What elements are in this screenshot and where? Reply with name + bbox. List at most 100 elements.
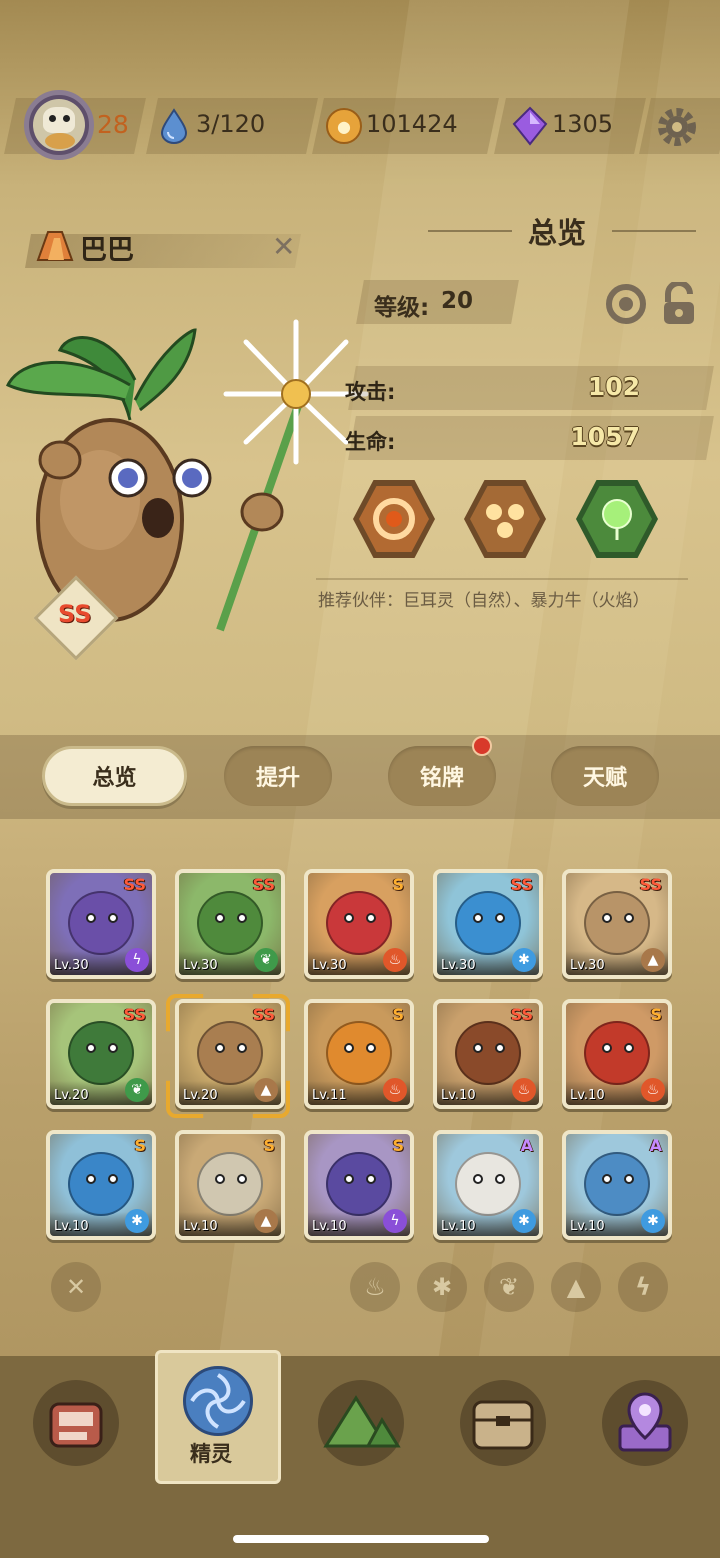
spirit-eye [602,1174,612,1184]
spirit-level: Lv.20 [54,1088,89,1103]
fire-element-icon: ♨ [383,948,407,972]
fire-filter-icon[interactable]: ♨ [350,1262,400,1312]
chest-icon[interactable] [460,1380,546,1466]
spirit-card[interactable]: SS Lv.10 ♨ [433,999,543,1109]
purple-gem-icon[interactable] [512,106,548,146]
spirit-rank: S [263,1136,275,1155]
gear-icon[interactable] [656,106,698,148]
mountain-icon[interactable] [318,1380,404,1466]
green-orb-skill-icon[interactable] [576,480,658,558]
spirit-rank: A [520,1136,533,1155]
spirit-level: Lv.10 [570,1219,605,1234]
ornament-right [612,230,696,232]
level-value: 20 [441,288,474,314]
tab-overview[interactable]: 总览 [42,746,187,806]
spirit-card[interactable]: S Lv.10 ▲ [175,1130,285,1240]
spirit-eye [108,1174,118,1184]
spirit-eye [624,1043,634,1053]
spirit-rank: SS [639,875,662,894]
shop-icon[interactable] [33,1380,119,1466]
close-icon[interactable]: ✕ [272,230,295,263]
spirit-card[interactable]: SS Lv.20 ❦ [46,999,156,1109]
tab-upgrade[interactable]: 提升 [224,746,332,806]
spirit-eye [215,913,225,923]
fire-element-icon: ♨ [383,1078,407,1102]
earth-icon [34,228,76,262]
map-pin-icon[interactable] [602,1380,688,1466]
spirit-eye [473,1043,483,1053]
spiral-skill-icon[interactable] [353,480,435,558]
spirit-level: Lv.30 [312,958,347,973]
spirit-rank: A [649,1136,662,1155]
player-level: 28 [97,110,129,139]
triple-seed-skill-icon[interactable] [464,480,546,558]
attack-value: 102 [587,372,640,401]
spirit-eye [624,913,634,923]
coins-value: 101424 [366,110,458,138]
player-avatar[interactable] [24,90,94,160]
spirit-level: Lv.10 [54,1219,89,1234]
spirit-card[interactable]: S Lv.10 ϟ [304,1130,414,1240]
spirit-eye [366,913,376,923]
spirit-level: Lv.30 [441,958,476,973]
fire-element-icon: ♨ [512,1078,536,1102]
spirit-avatar [584,891,650,955]
spirit-avatar [455,1021,521,1085]
target-icon[interactable] [606,284,646,324]
spirit-eye [237,1174,247,1184]
spirit-avatar [197,891,263,955]
electric-element-icon: ϟ [383,1209,407,1233]
spirit-icon [183,1366,253,1436]
clear-filter-icon[interactable]: ✕ [51,1262,101,1312]
selection-frame [166,994,290,1118]
spirit-level: Lv.10 [312,1219,347,1234]
spirit-avatar [455,1152,521,1216]
paw-coin-icon[interactable]: ● [326,108,362,144]
spirit-level: Lv.10 [183,1219,218,1234]
spirit-card[interactable]: A Lv.10 ✱ [433,1130,543,1240]
ice-element-icon: ✱ [512,1209,536,1233]
tab-talent[interactable]: 天赋 [551,746,659,806]
spirit-rank: SS [123,875,146,894]
electric-filter-icon[interactable]: ϟ [618,1262,668,1312]
spirit-eye [344,913,354,923]
spirit-card[interactable]: SS Lv.30 ϟ [46,869,156,979]
spirit-card[interactable]: A Lv.10 ✱ [562,1130,672,1240]
spirit-rank: SS [123,1005,146,1024]
spirit-card[interactable]: S Lv.10 ✱ [46,1130,156,1240]
spirit-rank: SS [252,875,275,894]
earth-filter-icon[interactable]: ▲ [551,1262,601,1312]
ice-element-icon: ✱ [125,1209,149,1233]
lock-icon[interactable] [660,280,698,326]
level-label: 等级: [374,295,430,321]
spirit-rank: SS [510,875,533,894]
spirit-eye [215,1174,225,1184]
earth-element-icon: ▲ [254,1209,278,1233]
spirit-eye [624,1174,634,1184]
spirit-card[interactable]: SS Lv.30 ▲ [562,869,672,979]
spirit-avatar [68,1021,134,1085]
spirit-avatar [197,1152,263,1216]
spirit-card[interactable]: S Lv.11 ♨ [304,999,414,1109]
spirit-card[interactable]: SS Lv.30 ✱ [433,869,543,979]
home-indicator[interactable] [233,1535,489,1543]
spirit-card[interactable]: S Lv.30 ♨ [304,869,414,979]
notification-badge [472,736,492,756]
spirit-name: 巴巴 [80,235,134,266]
spirit-rank: S [650,1005,662,1024]
spirit-eye [86,1043,96,1053]
attack-label: 攻击: [345,380,396,404]
spirit-avatar [455,891,521,955]
spirit-card[interactable]: S Lv.10 ♨ [562,999,672,1109]
spirit-card[interactable]: SS Lv.30 ❦ [175,869,285,979]
recommend-text: 推荐伙伴：巨耳灵（自然）、暴力牛（火焰） [318,591,650,611]
nature-filter-icon[interactable]: ❦ [484,1262,534,1312]
spirit-eye [602,913,612,923]
ice-filter-icon[interactable]: ✱ [417,1262,467,1312]
spirit-avatar [68,891,134,955]
rank-text: SS [58,600,92,628]
hp-row [348,416,714,460]
spirit-avatar [68,1152,134,1216]
spirit-eye [344,1043,354,1053]
ice-element-icon: ✱ [641,1209,665,1233]
